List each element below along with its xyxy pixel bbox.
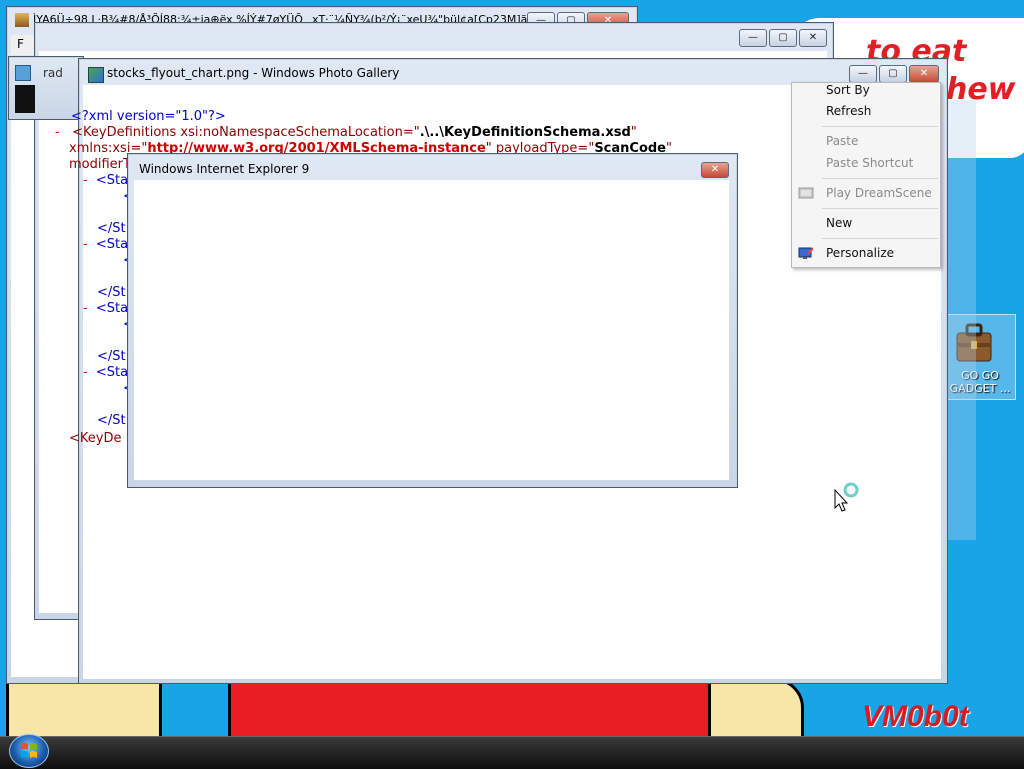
xml-state-open: <Sta: [95, 173, 129, 188]
window-controls: — ▢ ✕: [739, 29, 827, 47]
menu-item-paste[interactable]: Paste: [792, 130, 940, 152]
close-button[interactable]: ✕: [701, 162, 729, 178]
personalize-icon: [798, 247, 813, 259]
menu-separator: [822, 238, 938, 239]
xml-state-close: </St: [97, 221, 126, 236]
collapse-toggle[interactable]: -: [55, 125, 60, 140]
windows-logo-icon: [21, 743, 37, 758]
dreamscene-icon: [798, 187, 814, 199]
collapse-toggle[interactable]: -: [83, 237, 88, 252]
dialog-body: [134, 180, 729, 480]
xml-state-open: <Sta: [95, 365, 129, 380]
xml-line-1: <?xml version="1.0"?>: [71, 109, 226, 124]
app-icon: [15, 13, 29, 27]
tab-label[interactable]: rad: [43, 66, 63, 80]
window-controls: ✕: [701, 162, 729, 178]
menu-item-new[interactable]: New: [792, 212, 940, 234]
menu-item-label: New: [826, 216, 853, 230]
close-button[interactable]: ✕: [799, 29, 827, 47]
menu-separator: [822, 208, 938, 209]
xml-state-close: </St: [97, 413, 126, 428]
menu-item-refresh[interactable]: Refresh: [792, 100, 940, 122]
menu-item-label: Refresh: [826, 104, 872, 118]
menu-file[interactable]: F: [17, 37, 24, 51]
menu-item-personalize[interactable]: Personalize: [792, 242, 940, 264]
xml-state-block-3: - <Sta < </St: [83, 301, 134, 364]
menu-item-label: Play DreamScene: [826, 186, 932, 200]
xml-tail-line: <KeyDe: [69, 431, 122, 446]
taskbar: [0, 736, 1024, 769]
xml-state-close: </St: [97, 349, 126, 364]
collapse-toggle[interactable]: -: [83, 301, 88, 316]
minimize-button[interactable]: —: [739, 29, 767, 47]
wallpaper-figure-arm: [708, 678, 804, 744]
xml-schema-location: .\..\KeyDefinitionSchema.xsd: [419, 125, 631, 140]
collapse-toggle[interactable]: -: [83, 173, 88, 188]
ie9-dialog[interactable]: Windows Internet Explorer 9 ✕: [127, 153, 738, 488]
menu-item-label: Paste Shortcut: [826, 156, 914, 170]
xml-state-open: <Sta: [95, 301, 129, 316]
desktop-context-menu: Sort By Refresh Paste Paste Shortcut Pla…: [791, 82, 941, 268]
window-title: stocks_flyout_chart.png - Windows Photo …: [107, 66, 400, 80]
xml-declaration: <?xml version="1.0"?>: [71, 109, 226, 124]
xml-state-block-1: - <Sta < </St: [83, 173, 134, 236]
xml-state-block-2: - <Sta < </St: [83, 237, 134, 300]
collapse-toggle[interactable]: -: [83, 365, 88, 380]
xml-quote: ": [630, 125, 637, 140]
dark-thumbnail: [15, 85, 35, 113]
busy-cursor-icon: [834, 482, 860, 512]
menu-item-play-dreamscene[interactable]: Play DreamScene: [792, 182, 940, 204]
menu-item-label: Paste: [826, 134, 859, 148]
xml-state-close: </St: [97, 285, 126, 300]
menu-separator: [822, 126, 938, 127]
xml-root-tag: <KeyDefinitions xsi:noNamespaceSchemaLoc…: [72, 125, 420, 140]
xml-line-4: modifierT: [69, 157, 131, 172]
dialog-title: Windows Internet Explorer 9: [139, 162, 310, 176]
menu-separator: [822, 178, 938, 179]
gallery-icon: [15, 65, 31, 81]
xml-line-2: - <KeyDefinitions xsi:noNamespaceSchemaL…: [55, 125, 637, 140]
menu-item-sort-by[interactable]: Sort By: [792, 79, 940, 101]
wallpaper-signature: VM0b0t: [862, 700, 969, 733]
xml-state-open: <Sta: [95, 237, 129, 252]
menu-item-label: Personalize: [826, 246, 895, 260]
start-button[interactable]: [9, 734, 49, 768]
photo-gallery-icon: [88, 67, 104, 83]
maximize-button[interactable]: ▢: [769, 29, 797, 47]
menu-item-label: Sort By: [826, 83, 870, 97]
menu-item-paste-shortcut[interactable]: Paste Shortcut: [792, 152, 940, 174]
xml-state-block-4: - <Sta < </St: [83, 365, 134, 428]
